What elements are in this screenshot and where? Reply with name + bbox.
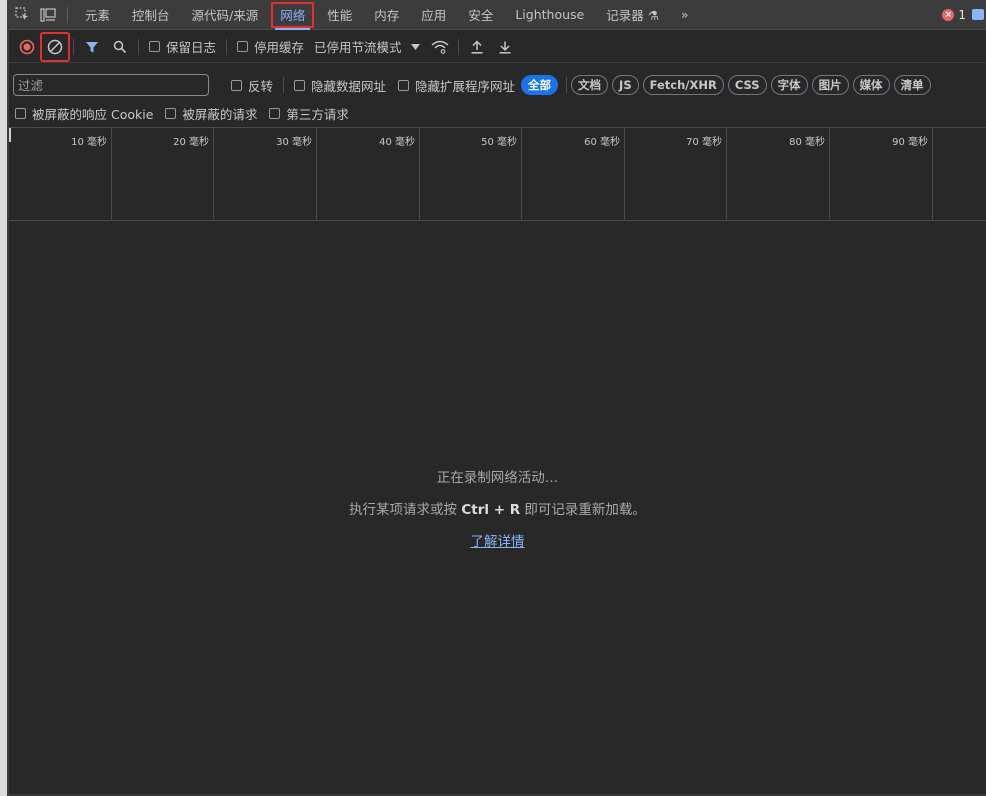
tab-elements[interactable]: 元素	[74, 0, 121, 30]
hide-data-urls-label: 隐藏数据网址	[311, 78, 387, 94]
toolbar-separator	[73, 38, 74, 55]
hint-suffix: 即可记录重新加载。	[520, 502, 646, 518]
network-toolbar: 保留日志 停用缓存 已停用节流模式	[9, 31, 986, 63]
filter-input[interactable]	[13, 74, 209, 96]
search-button[interactable]	[106, 33, 134, 61]
export-har-button[interactable]	[491, 33, 519, 61]
type-filter-all[interactable]: 全部	[521, 75, 559, 95]
wifi-conditions-icon	[431, 40, 449, 54]
recording-message: 正在录制网络活动…	[436, 470, 559, 486]
hint-prefix: 执行某项请求或按	[349, 502, 462, 518]
toolbar-separator	[457, 38, 459, 55]
throttling-select[interactable]: 已停用节流模式	[314, 37, 402, 56]
devtools-panel: 元素 控制台 源代码/来源 网络 性能 内存 应用 安全 Lighthouse …	[9, 0, 986, 796]
toolbar-separator	[226, 38, 228, 55]
error-count: 1	[958, 7, 966, 22]
filter-bar: 反转 隐藏数据网址 隐藏扩展程序网址 全部 文档 JS Fetch/XHR CS…	[9, 72, 986, 98]
timeline-overview[interactable]: 10 毫秒 20 毫秒 30 毫秒 40 毫秒 50 毫秒 60 毫秒 70 毫…	[9, 127, 986, 221]
preserve-log-label: 保留日志	[166, 40, 217, 55]
blocked-cookies-checkbox[interactable]: 被屏蔽的响应 Cookie	[15, 104, 153, 123]
checkbox-box[interactable]	[398, 79, 410, 91]
learn-more-link[interactable]: 了解详情	[471, 534, 525, 550]
tab-sources[interactable]: 源代码/来源	[181, 0, 270, 30]
tab-recorder[interactable]: 记录器 ⚗	[595, 0, 670, 30]
tab-performance[interactable]: 性能	[316, 0, 363, 30]
message-icon[interactable]	[972, 9, 984, 20]
type-filter-fetch-xhr[interactable]: Fetch/XHR	[642, 75, 724, 95]
tab-lighthouse[interactable]: Lighthouse	[504, 0, 595, 30]
checkbox-box[interactable]	[294, 79, 306, 91]
tab-application[interactable]: 应用	[410, 0, 457, 30]
toolbar-separator	[138, 38, 139, 55]
network-empty-state: 正在录制网络活动… 执行某项请求或按 Ctrl + R 即可记录重新加载。 了解…	[9, 222, 986, 794]
device-toggle-icon[interactable]	[35, 0, 61, 30]
type-filter-js[interactable]: JS	[612, 75, 639, 95]
blocked-requests-label: 被屏蔽的请求	[182, 106, 258, 122]
window-edge	[0, 0, 9, 796]
network-conditions-button[interactable]	[426, 33, 454, 61]
search-icon	[113, 40, 127, 53]
type-filter-font[interactable]: 字体	[770, 75, 808, 95]
hint-shortcut: Ctrl + R	[461, 502, 521, 518]
clear-button[interactable]	[40, 31, 70, 62]
invert-checkbox[interactable]: 反转	[231, 76, 273, 95]
checkbox-box[interactable]	[149, 41, 160, 52]
invert-label: 反转	[248, 78, 274, 94]
timeline-tick: 90 毫秒	[9, 128, 933, 221]
reload-hint: 执行某项请求或按 Ctrl + R 即可记录重新加载。	[9, 498, 986, 518]
hide-extension-urls-checkbox[interactable]: 隐藏扩展程序网址	[398, 76, 515, 95]
checkbox-box[interactable]	[269, 107, 281, 119]
filter-separator	[566, 77, 568, 93]
checkbox-box[interactable]	[15, 107, 26, 119]
learn-more-row: 了解详情	[9, 530, 986, 550]
download-icon	[499, 41, 511, 54]
blocked-filter-bar: 被屏蔽的响应 Cookie 被屏蔽的请求 第三方请求	[9, 103, 986, 123]
checkbox-box[interactable]	[237, 41, 249, 52]
more-tabs-button[interactable]: »	[670, 0, 700, 30]
clear-icon	[47, 39, 63, 54]
disable-cache-checkbox[interactable]: 停用缓存	[237, 37, 304, 56]
error-icon: ×	[942, 8, 955, 21]
preserve-log-checkbox[interactable]: 保留日志	[149, 37, 216, 56]
tab-memory[interactable]: 内存	[363, 0, 410, 30]
inspect-icon[interactable]	[9, 0, 35, 30]
type-filter-manifest[interactable]: 清单	[893, 75, 931, 95]
tab-console[interactable]: 控制台	[121, 0, 181, 30]
blocked-cookies-label: 被屏蔽的响应 Cookie	[32, 106, 154, 122]
tab-security[interactable]: 安全	[457, 0, 504, 30]
error-counter[interactable]: × 1	[942, 8, 966, 22]
chevron-down-icon[interactable]	[406, 33, 426, 61]
upload-icon	[471, 39, 483, 54]
filter-toggle-button[interactable]	[78, 33, 106, 61]
disable-cache-label: 停用缓存	[254, 40, 305, 55]
filter-icon	[86, 41, 98, 52]
type-filter-media[interactable]: 媒体	[852, 75, 890, 95]
checkbox-box[interactable]	[231, 79, 242, 91]
record-stop-button[interactable]	[13, 33, 41, 61]
hide-extension-urls-label: 隐藏扩展程序网址	[415, 78, 516, 94]
record-stop-icon	[19, 39, 35, 54]
third-party-label: 第三方请求	[286, 106, 349, 122]
tick-label: 90 毫秒	[892, 137, 928, 148]
checkbox-box[interactable]	[165, 107, 177, 119]
import-har-button[interactable]	[463, 33, 491, 61]
tab-network[interactable]: 网络	[269, 0, 316, 30]
filter-separator	[283, 77, 285, 93]
type-filter-img[interactable]: 图片	[811, 75, 849, 95]
tabbar-status: × 1	[942, 8, 986, 22]
hide-data-urls-checkbox[interactable]: 隐藏数据网址	[294, 76, 386, 95]
third-party-checkbox[interactable]: 第三方请求	[269, 104, 349, 123]
tab-bar: 元素 控制台 源代码/来源 网络 性能 内存 应用 安全 Lighthouse …	[9, 0, 986, 30]
blocked-requests-checkbox[interactable]: 被屏蔽的请求	[165, 104, 257, 123]
type-filter-doc[interactable]: 文档	[571, 75, 609, 95]
type-filter-css[interactable]: CSS	[727, 75, 767, 95]
tab-separator	[67, 6, 68, 23]
